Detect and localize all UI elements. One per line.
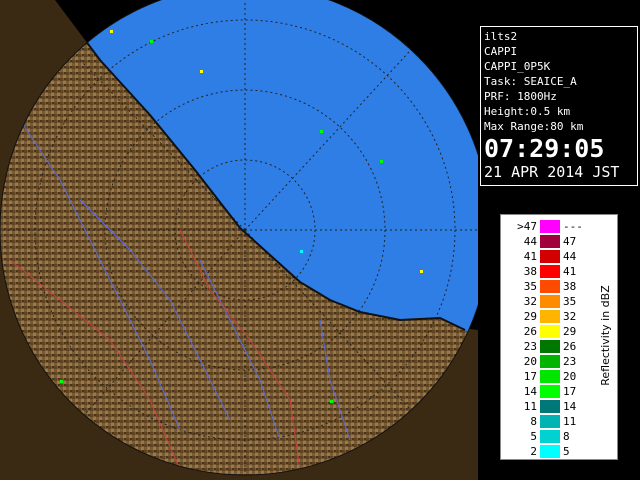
legend-lower-bound: 14 [523, 385, 537, 398]
legend-color-swatch [540, 385, 560, 398]
product-type: CAPPI [484, 45, 518, 58]
legend-row: 58 [507, 429, 587, 444]
legend-lower-bound: >47 [517, 220, 537, 233]
legend-unit-label: Reflectivity in dBZ [598, 284, 612, 386]
legend-lower-bound: 41 [523, 250, 537, 263]
observation-time: 07:29:05 [484, 134, 605, 163]
legend-row: 38 41 [507, 264, 587, 279]
legend-lower-bound: 2 [530, 445, 537, 458]
legend-row: >47 --- [507, 219, 587, 234]
legend-upper-bound: 32 [563, 310, 577, 323]
legend-row: 35 38 [507, 279, 587, 294]
legend-upper-bound: 47 [563, 235, 577, 248]
legend-row: 11 14 [507, 399, 587, 414]
task-label: Task: SEAICE_A [484, 75, 577, 88]
legend-row: 14 17 [507, 384, 587, 399]
legend-row: 29 32 [507, 309, 587, 324]
legend-row: 41 44 [507, 249, 587, 264]
product-name: CAPPI_0P5K [484, 60, 551, 73]
legend-row: 17 20 [507, 369, 587, 384]
legend-row: 26 29 [507, 324, 587, 339]
legend-color-swatch [540, 280, 560, 293]
legend-lower-bound: 32 [523, 295, 537, 308]
legend-row: 25 [507, 444, 587, 459]
legend-color-swatch [540, 415, 560, 428]
info-panel: ilts2 CAPPI CAPPI_0P5K Task: SEAICE_A PR… [480, 26, 638, 186]
legend-upper-bound: 23 [563, 355, 577, 368]
legend-color-swatch [540, 265, 560, 278]
legend-upper-bound: 17 [563, 385, 577, 398]
reflectivity-legend: >47 --- 44 47 41 44 38 41 35 38 32 35 29 32 26 29 23 26 20… [500, 214, 618, 460]
height-label: Height:0.5 km [484, 105, 571, 118]
legend-upper-bound: 38 [563, 280, 577, 293]
legend-upper-bound: 41 [563, 265, 577, 278]
legend-row: 8 11 [507, 414, 587, 429]
legend-lower-bound: 5 [530, 430, 537, 443]
legend-upper-bound: 11 [563, 415, 577, 428]
legend-color-swatch [540, 325, 560, 338]
legend-lower-bound: 17 [523, 370, 537, 383]
legend-lower-bound: 8 [530, 415, 537, 428]
legend-upper-bound: 26 [563, 340, 577, 353]
legend-color-swatch [540, 340, 560, 353]
legend-lower-bound: 29 [523, 310, 537, 323]
legend-lower-bound: 23 [523, 340, 537, 353]
max-range-label: Max Range:80 km [484, 120, 584, 133]
prf-label: PRF: 1800Hz [484, 90, 557, 103]
legend-lower-bound: 44 [523, 235, 537, 248]
radar-map [0, 0, 478, 480]
legend-lower-bound: 38 [523, 265, 537, 278]
legend-row: 20 23 [507, 354, 587, 369]
legend-upper-bound: 5 [563, 445, 570, 458]
legend-color-swatch [540, 430, 560, 443]
legend-color-swatch [540, 235, 560, 248]
legend-lower-bound: 11 [523, 400, 537, 413]
legend-unit: Reflectivity in dBZ [597, 235, 613, 435]
legend-upper-bound: 20 [563, 370, 577, 383]
legend-color-swatch [540, 310, 560, 323]
legend-row: 44 47 [507, 234, 587, 249]
legend-color-swatch [540, 295, 560, 308]
legend-color-swatch [540, 250, 560, 263]
legend-upper-bound: --- [563, 220, 583, 233]
radar-name: ilts2 [484, 30, 518, 43]
legend-color-swatch [540, 445, 560, 458]
legend-color-swatch [540, 220, 560, 233]
legend-color-swatch [540, 400, 560, 413]
legend-upper-bound: 44 [563, 250, 577, 263]
legend-lower-bound: 26 [523, 325, 537, 338]
legend-upper-bound: 29 [563, 325, 577, 338]
legend-lower-bound: 35 [523, 280, 537, 293]
legend-upper-bound: 8 [563, 430, 570, 443]
legend-upper-bound: 14 [563, 400, 577, 413]
legend-color-swatch [540, 370, 560, 383]
legend-row: 23 26 [507, 339, 587, 354]
legend-upper-bound: 35 [563, 295, 577, 308]
observation-date: 21 APR 2014 JST [484, 163, 620, 181]
legend-color-swatch [540, 355, 560, 368]
legend-lower-bound: 20 [523, 355, 537, 368]
legend-row: 32 35 [507, 294, 587, 309]
